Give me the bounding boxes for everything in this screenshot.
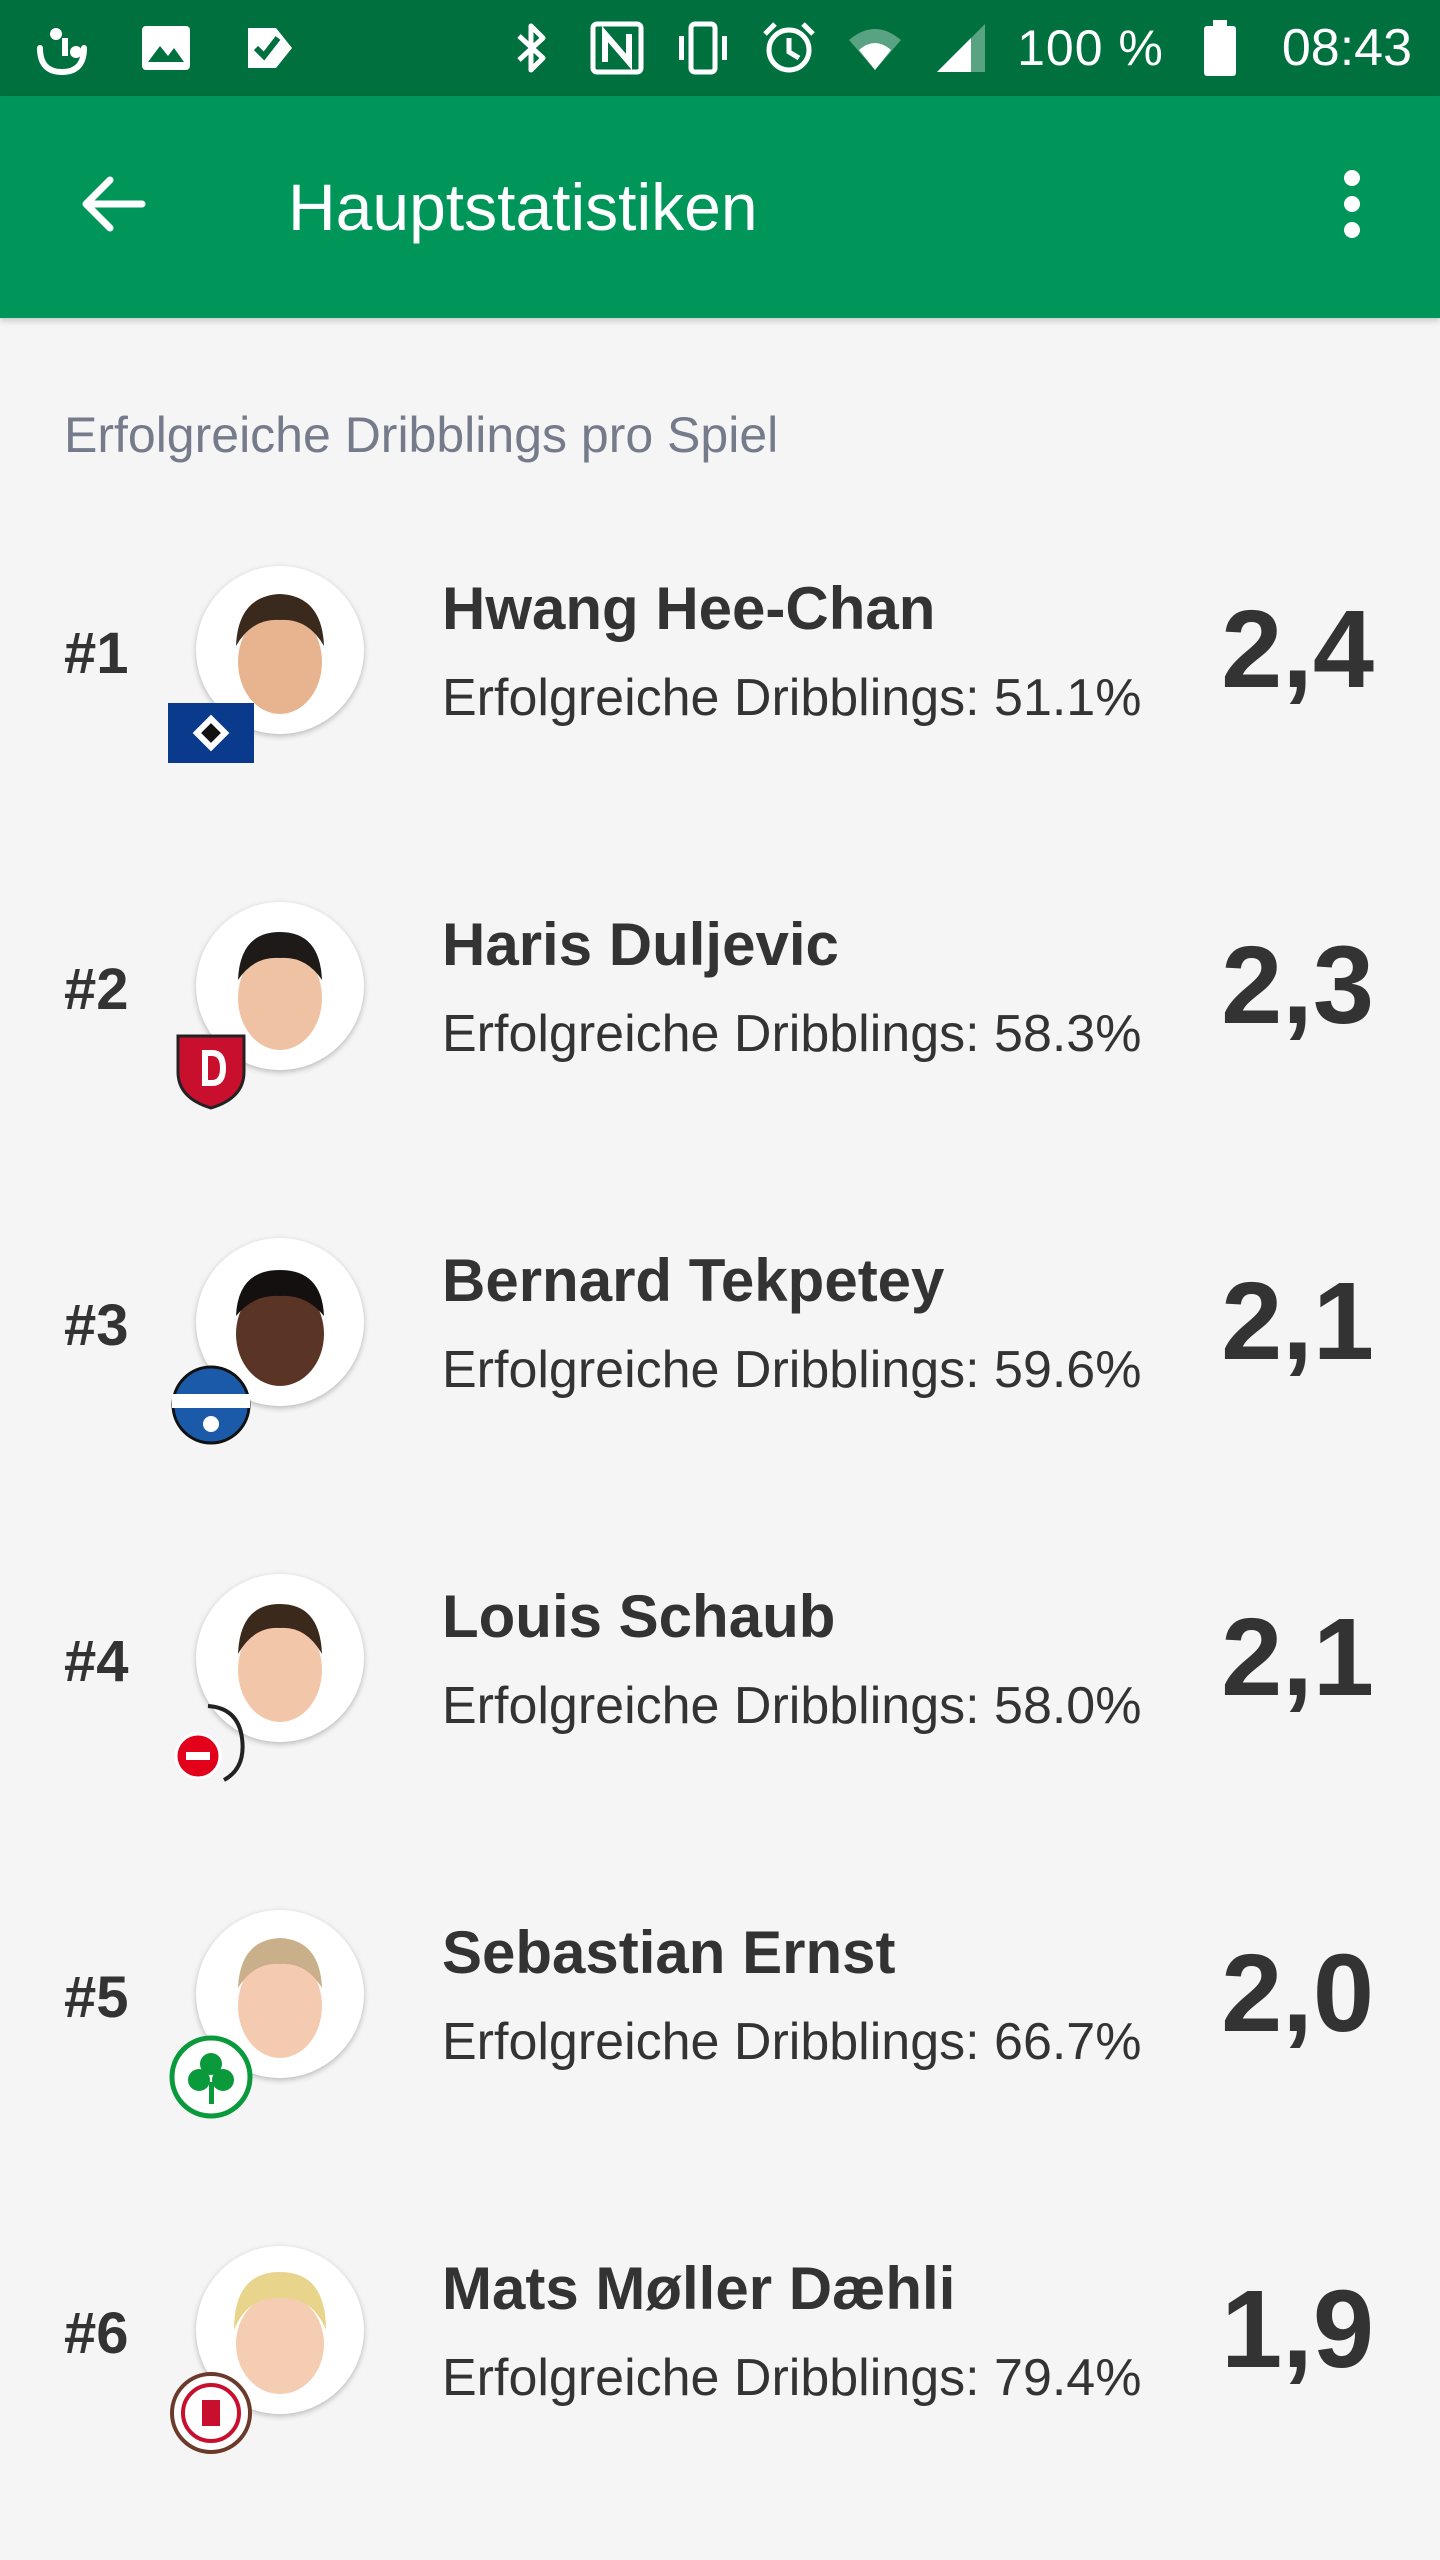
player-value: 2,0: [1221, 1932, 1374, 2055]
player-row[interactable]: #2 Haris Duljevic Erfolgreiche Dribbling…: [0, 876, 1440, 1212]
status-time: 08:43: [1281, 19, 1412, 77]
overflow-menu-button[interactable]: [1302, 154, 1402, 254]
player-name: Louis Schaub: [442, 1583, 836, 1650]
paderborn-crest-icon: [168, 1362, 254, 1448]
section-title: Erfolgreiche Dribblings pro Spiel: [64, 407, 779, 463]
back-arrow-icon: [82, 176, 146, 232]
gallery-icon: [136, 18, 196, 78]
player-stat: Erfolgreiche Dribblings: 66.7%: [442, 2013, 1142, 2071]
player-stat: Erfolgreiche Dribblings: 79.4%: [442, 2349, 1142, 2407]
battery-icon: [1190, 18, 1250, 78]
player-rank: #5: [64, 1965, 129, 2030]
touch-icon: [32, 18, 92, 78]
fuerth-crest-icon: [168, 2034, 254, 2120]
more-vert-icon: [1344, 170, 1360, 238]
player-rank: #2: [64, 957, 129, 1022]
player-row[interactable]: #4 Louis Schaub Erfolgreiche Dribblings:…: [0, 1548, 1440, 1884]
nfc-icon: [587, 18, 647, 78]
stpauli-crest-icon: [168, 2370, 254, 2456]
player-stat: Erfolgreiche Dribblings: 51.1%: [442, 669, 1142, 727]
wifi-icon: [845, 18, 905, 78]
player-value: 2,1: [1221, 1260, 1374, 1383]
signal-icon: [931, 18, 991, 78]
dresden-crest-icon: [168, 1026, 254, 1112]
player-row[interactable]: #5 Sebastian Ernst Erfolgreiche Dribblin…: [0, 1884, 1440, 2220]
back-button[interactable]: [64, 154, 164, 254]
vibrate-icon: [673, 18, 733, 78]
hsv-crest-icon: [168, 690, 254, 776]
player-value: 1,9: [1221, 2268, 1374, 2391]
tasks-icon: [240, 18, 300, 78]
player-row[interactable]: #6 Mats Møller Dæhli Erfolgreiche Dribbl…: [0, 2220, 1440, 2556]
player-value: 2,4: [1221, 588, 1374, 711]
battery-percent: 100 %: [1017, 20, 1164, 76]
player-name: Bernard Tekpetey: [442, 1247, 945, 1314]
player-name: Sebastian Ernst: [442, 1919, 896, 1986]
alarm-icon: [759, 18, 819, 78]
player-list: #1 Hwang Hee-Chan Erfolgreiche Dribbling…: [0, 540, 1440, 2556]
app-bar: Hauptstatistiken: [0, 96, 1440, 318]
status-bar-right: 100 % 08:43: [501, 18, 1412, 78]
player-stat: Erfolgreiche Dribblings: 59.6%: [442, 1341, 1142, 1399]
player-rank: #4: [64, 1629, 129, 1694]
player-row[interactable]: #1 Hwang Hee-Chan Erfolgreiche Dribbling…: [0, 540, 1440, 876]
status-bar: 100 % 08:43: [0, 0, 1440, 96]
page-title: Hauptstatistiken: [288, 170, 758, 244]
player-stat: Erfolgreiche Dribblings: 58.3%: [442, 1005, 1142, 1063]
status-bar-left: [32, 18, 300, 78]
player-name: Mats Møller Dæhli: [442, 2255, 956, 2322]
player-value: 2,1: [1221, 1596, 1374, 1719]
player-rank: #3: [64, 1293, 129, 1358]
player-rank: #1: [64, 621, 129, 686]
player-row[interactable]: #3 Bernard Tekpetey Erfolgreiche Dribbli…: [0, 1212, 1440, 1548]
player-name: Haris Duljevic: [442, 911, 839, 978]
player-rank: #6: [64, 2301, 129, 2366]
koeln-crest-icon: [168, 1698, 254, 1784]
player-stat: Erfolgreiche Dribblings: 58.0%: [442, 1677, 1142, 1735]
bluetooth-icon: [501, 18, 561, 78]
player-name: Hwang Hee-Chan: [442, 575, 936, 642]
player-value: 2,3: [1221, 924, 1374, 1047]
